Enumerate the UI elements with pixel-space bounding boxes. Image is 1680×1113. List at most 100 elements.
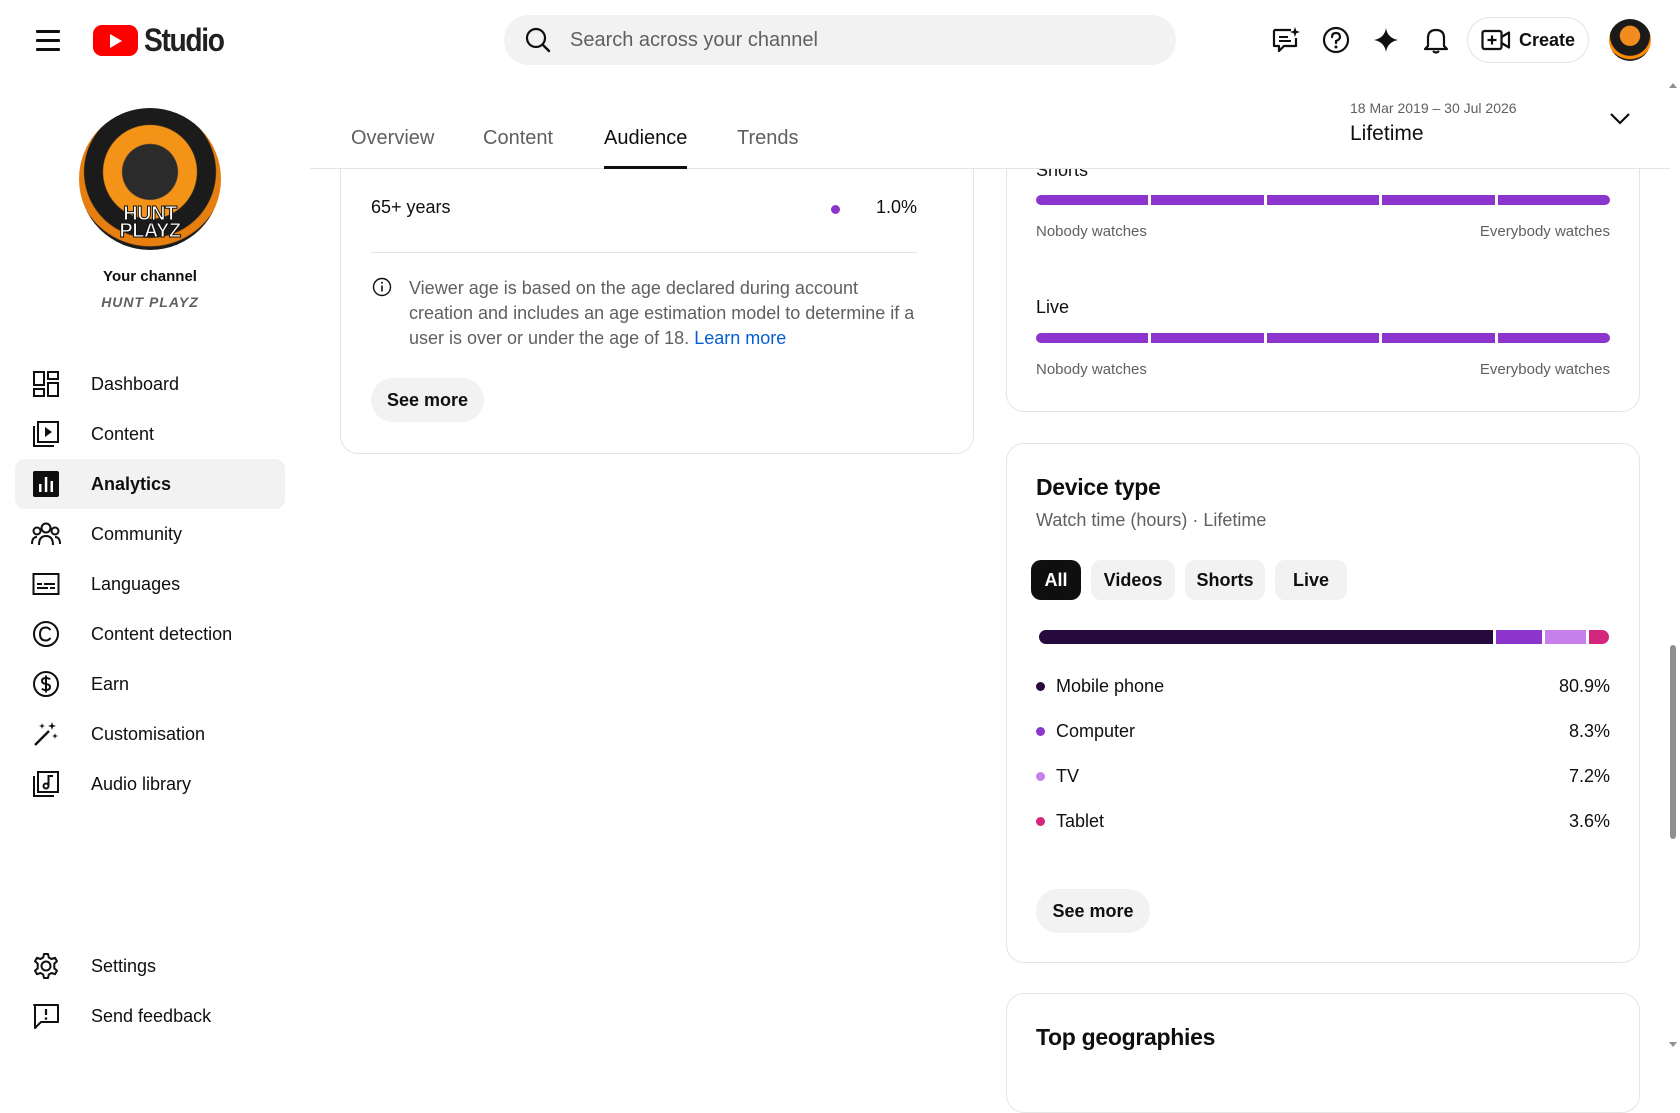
high-end-label: Everybody watches: [1479, 223, 1610, 240]
age-see-more-button[interactable]: See more: [371, 378, 484, 422]
menu-icon[interactable]: [28, 24, 68, 56]
help-icon[interactable]: [1318, 18, 1354, 62]
sidebar: HUNT PLAYZ Your channel HUNT PLAYZ Dashbo…: [0, 80, 300, 1050]
subtitles-icon: [31, 569, 61, 599]
channel-avatar-logo: HUNT PLAYZ: [119, 203, 182, 242]
scroll-thumb[interactable]: [1670, 645, 1676, 839]
device-legend-row: Tablet 3.6%: [1036, 799, 1610, 844]
sidebar-item-analytics[interactable]: Analytics: [15, 459, 285, 509]
device-name: TV: [1056, 766, 1080, 786]
sidebar-item-label: Customisation: [91, 723, 206, 744]
info-icon: [372, 277, 392, 297]
device-name: Tablet: [1056, 811, 1105, 831]
device-type-subtitle: Watch time (hours) · Lifetime: [1036, 510, 1267, 530]
analytics-tabs-bar: Overview Content Audience Trends 18 Mar …: [310, 80, 1670, 169]
tab-overview[interactable]: Overview: [351, 127, 434, 169]
sidebar-item-dashboard[interactable]: Dashboard: [15, 359, 285, 409]
chip-shorts[interactable]: Shorts: [1185, 560, 1265, 600]
search-bar[interactable]: [504, 15, 1176, 65]
divider: [371, 252, 917, 253]
messages-icon[interactable]: [1268, 18, 1304, 62]
analytics-icon: [31, 469, 61, 499]
sidebar-bottom-nav: Settings Send feedback: [15, 941, 285, 1041]
device-legend: Mobile phone 80.9% Computer 8.3% TV 7.2% Table…: [1036, 664, 1610, 844]
chip-all[interactable]: All: [1031, 560, 1081, 600]
sidebar-item-settings[interactable]: Settings: [15, 941, 285, 991]
sidebar-nav: Dashboard Content Analytics Community La…: [15, 359, 285, 809]
scroll-down-arrow[interactable]: [1669, 1042, 1677, 1047]
top-geographies-title: Top geographies: [1036, 1024, 1216, 1050]
your-channel-label: Your channel: [103, 268, 197, 285]
legend-dot: [1036, 817, 1045, 826]
page-scrollbar[interactable]: [1667, 80, 1680, 1050]
sidebar-item-content-detection[interactable]: Content detection: [15, 609, 285, 659]
gear-icon: [31, 951, 61, 981]
sidebar-item-audio-library[interactable]: Audio library: [15, 759, 285, 809]
chevron-down-icon[interactable]: [1609, 112, 1631, 126]
sidebar-item-label: Send feedback: [91, 1005, 212, 1026]
device-type-card: Device type Watch time (hours) · Lifetim…: [1006, 443, 1640, 963]
top-geographies-card: Top geographies: [1006, 993, 1640, 1113]
low-end-label: Nobody watches: [1036, 361, 1147, 378]
studio-logo[interactable]: Studio: [93, 22, 235, 59]
device-legend-row: TV 7.2%: [1036, 754, 1610, 799]
sidebar-item-earn[interactable]: Earn: [15, 659, 285, 709]
age-value: 1.0%: [875, 197, 917, 217]
sidebar-item-label: Audio library: [91, 773, 192, 794]
sidebar-item-customisation[interactable]: Customisation: [15, 709, 285, 759]
sidebar-item-content[interactable]: Content: [15, 409, 285, 459]
sidebar-item-send-feedback[interactable]: Send feedback: [15, 991, 285, 1041]
tab-trends[interactable]: Trends: [737, 127, 799, 169]
tab-content[interactable]: Content: [483, 127, 553, 169]
search-icon: [525, 27, 551, 53]
device-legend-row: Computer 8.3%: [1036, 709, 1610, 754]
sidebar-item-label: Content detection: [91, 623, 233, 644]
audio-library-icon: [31, 769, 61, 799]
live-retention-bar: [1036, 333, 1611, 343]
legend-dot: [1036, 772, 1045, 781]
sidebar-item-languages[interactable]: Languages: [15, 559, 285, 609]
device-bar-segment-tv[interactable]: [1545, 630, 1586, 644]
live-label: Live: [1036, 297, 1070, 317]
device-stacked-bar: [1039, 630, 1609, 644]
live-retention-scale: Nobody watches Everybody watches: [1036, 361, 1610, 378]
account-avatar[interactable]: [1609, 19, 1651, 61]
legend-dot: [1036, 682, 1045, 691]
low-end-label: Nobody watches: [1036, 223, 1147, 240]
device-bar-segment-mobile-phone[interactable]: [1039, 630, 1493, 644]
sidebar-item-label: Languages: [91, 573, 181, 594]
top-bar: Studio Create: [0, 0, 1680, 80]
date-range-picker[interactable]: 18 Mar 2019 – 30 Jul 2026 Lifetime: [1350, 100, 1517, 146]
device-value: 80.9%: [1558, 676, 1610, 696]
high-end-label: Everybody watches: [1479, 361, 1610, 378]
sparkle-icon[interactable]: [1368, 18, 1404, 62]
notifications-bell-icon[interactable]: [1418, 18, 1454, 62]
device-value: 8.3%: [1568, 721, 1610, 741]
sidebar-item-label: Content: [91, 423, 155, 444]
device-bar-segment-tablet[interactable]: [1588, 630, 1609, 644]
dollar-icon: [31, 669, 61, 699]
device-bar-segment-computer[interactable]: [1495, 630, 1543, 644]
chip-live[interactable]: Live: [1275, 560, 1347, 600]
learn-more-link[interactable]: Learn more: [694, 328, 786, 348]
viewer-age-card: 65+ years 1.0% Viewer age is based on th…: [340, 120, 974, 454]
device-legend-row: Mobile phone 80.9%: [1036, 664, 1610, 709]
copyright-icon: [31, 619, 61, 649]
sidebar-item-community[interactable]: Community: [15, 509, 285, 559]
community-icon: [31, 519, 61, 549]
age-info-text: Viewer age is based on the age declared …: [409, 278, 915, 348]
age-dot: [831, 205, 840, 214]
device-type-title: Device type: [1036, 474, 1161, 500]
chip-videos[interactable]: Videos: [1091, 560, 1175, 600]
sidebar-item-label: Settings: [91, 955, 157, 976]
channel-avatar[interactable]: HUNT PLAYZ: [79, 108, 221, 250]
sidebar-item-label: Dashboard: [91, 373, 180, 394]
scroll-up-arrow[interactable]: [1669, 83, 1677, 88]
dashboard-icon: [31, 369, 61, 399]
magic-wand-icon: [31, 719, 61, 749]
tab-audience[interactable]: Audience: [604, 127, 688, 169]
youtube-logo-icon: [93, 25, 138, 56]
search-input[interactable]: [570, 28, 1130, 52]
create-button[interactable]: Create: [1467, 17, 1589, 63]
device-see-more-button[interactable]: See more: [1036, 889, 1150, 933]
